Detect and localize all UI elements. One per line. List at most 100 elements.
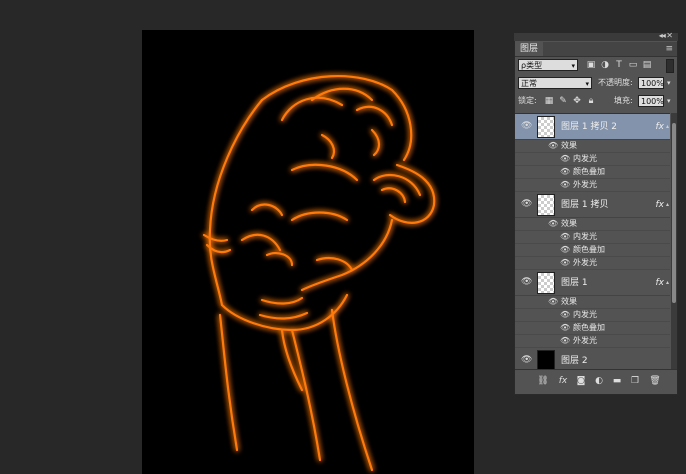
effect-item[interactable]: 👁︎ 内发光 [515, 309, 670, 322]
lock-label: 锁定: [518, 96, 537, 105]
type-filter-icon[interactable]: T [614, 60, 624, 70]
opacity-label: 不透明度: [598, 78, 633, 87]
effect-item[interactable]: 👁︎ 内发光 [515, 231, 670, 244]
layer-name: 图层 1 拷贝 2 [561, 122, 618, 132]
shape-filter-icon[interactable]: ▭ [628, 60, 638, 70]
blend-mode-value: 正常 [521, 79, 537, 88]
visibility-eye-icon[interactable]: 👁︎ [560, 323, 570, 332]
effect-name: 外发光 [573, 258, 597, 267]
effects-row[interactable]: 👁︎ 效果 [515, 218, 670, 231]
layers-list: 👁︎ 图层 1 拷贝 2 fx ▴ 👁︎ 效果 👁︎ 内发光 👁︎ 颜色叠加 👁… [515, 113, 670, 370]
layer-name: 图层 2 [561, 356, 588, 366]
tab-layers[interactable]: 图层 [515, 42, 544, 56]
layer-thumbnail [537, 272, 555, 294]
blend-mode-dropdown[interactable]: 正常 ▾ [518, 77, 592, 89]
visibility-eye-icon[interactable]: 👁︎ [548, 219, 558, 228]
panel-footer: ⛓︎ fx ◙ ◐ ▬ ❐ 🗑︎ [515, 369, 677, 394]
layer-row[interactable]: 👁︎ 图层 1 拷贝 2 fx ▴ [515, 114, 670, 140]
link-layers-icon[interactable]: ⛓︎ [537, 375, 549, 387]
panel-menu-icon[interactable]: ≡ [665, 44, 673, 54]
lock-row: 锁定: ▦ ✎ ✥ 🔒︎ 填充: 100% ▾ [518, 95, 676, 109]
effect-name: 内发光 [573, 310, 597, 319]
collapse-arrow-icon[interactable]: ▴ [666, 192, 669, 218]
effects-row[interactable]: 👁︎ 效果 [515, 140, 670, 153]
lock-position-icon[interactable]: ✥ [572, 96, 582, 106]
panel-dock-bar: ◂◂ ✕ [514, 31, 678, 41]
lock-transparent-icon[interactable]: ▦ [544, 96, 554, 106]
effect-name: 颜色叠加 [573, 245, 605, 254]
layers-scrollbar[interactable] [671, 113, 677, 369]
visibility-eye-icon[interactable]: 👁︎ [548, 297, 558, 306]
blend-row: 正常 ▾ 不透明度: 100% ▾ [518, 77, 676, 91]
panel-tab-row: 图层 ≡ [515, 42, 677, 57]
fill-caret-icon[interactable]: ▾ [667, 95, 671, 107]
fill-label: 填充: [614, 96, 633, 105]
effect-item[interactable]: 👁︎ 内发光 [515, 153, 670, 166]
filter-toggle[interactable] [666, 59, 674, 73]
visibility-eye-icon[interactable]: 👁︎ [560, 180, 570, 189]
lock-all-icon[interactable]: 🔒︎ [586, 96, 596, 106]
collapse-panels-icon[interactable]: ◂◂ ✕ [659, 31, 673, 40]
collapse-arrow-icon[interactable]: ▴ [666, 270, 669, 296]
visibility-eye-icon[interactable]: 👁︎ [521, 355, 532, 365]
collapse-arrow-icon[interactable]: ▴ [666, 114, 669, 140]
adjustment-filter-icon[interactable]: ◑ [600, 60, 610, 70]
lock-paint-icon[interactable]: ✎ [558, 96, 568, 106]
chevron-down-icon: ▾ [585, 80, 589, 88]
visibility-eye-icon[interactable]: 👁︎ [560, 154, 570, 163]
visibility-eye-icon[interactable]: 👁︎ [521, 199, 532, 209]
layers-panel: 图层 ≡ ρ类型 ▾ ▣ ◑ T ▭ ▤ 正常 ▾ 不透明度: 100% ▾ 锁… [514, 33, 678, 395]
effects-row[interactable]: 👁︎ 效果 [515, 296, 670, 309]
layer-row[interactable]: 👁︎ 图层 1 拷贝 fx ▴ [515, 192, 670, 218]
smart-object-filter-icon[interactable]: ▤ [642, 60, 652, 70]
effect-item[interactable]: 👁︎ 外发光 [515, 257, 670, 270]
filter-type-label: ρ类型 [521, 61, 543, 70]
effect-item[interactable]: 👁︎ 颜色叠加 [515, 166, 670, 179]
visibility-eye-icon[interactable]: 👁︎ [521, 277, 532, 287]
fx-badge[interactable]: fx [656, 114, 665, 140]
effects-label: 效果 [561, 219, 577, 228]
adjustment-icon[interactable]: ◐ [593, 375, 605, 387]
effect-name: 内发光 [573, 232, 597, 241]
filter-row: ρ类型 ▾ ▣ ◑ T ▭ ▤ [518, 59, 676, 73]
filter-type-dropdown[interactable]: ρ类型 ▾ [518, 59, 578, 71]
layer-row[interactable]: 👁︎ 图层 2 [515, 348, 670, 370]
scrollbar-thumb[interactable] [672, 123, 676, 303]
effect-item[interactable]: 👁︎ 颜色叠加 [515, 322, 670, 335]
visibility-eye-icon[interactable]: 👁︎ [560, 245, 570, 254]
visibility-eye-icon[interactable]: 👁︎ [560, 258, 570, 267]
image-filter-icon[interactable]: ▣ [586, 60, 596, 70]
visibility-eye-icon[interactable]: 👁︎ [560, 336, 570, 345]
opacity-caret-icon[interactable]: ▾ [667, 77, 671, 89]
layer-thumbnail [537, 116, 555, 138]
chevron-down-icon: ▾ [571, 62, 575, 70]
opacity-field[interactable]: 100% [638, 77, 664, 89]
effects-label: 效果 [561, 297, 577, 306]
effect-name: 颜色叠加 [573, 323, 605, 332]
mask-icon[interactable]: ◙ [575, 375, 587, 387]
effect-name: 颜色叠加 [573, 167, 605, 176]
folder-icon[interactable]: ▬ [611, 375, 623, 387]
fill-field[interactable]: 100% [638, 95, 664, 107]
layer-name: 图层 1 [561, 278, 588, 288]
effects-label: 效果 [561, 141, 577, 150]
layer-thumbnail [537, 350, 555, 370]
visibility-eye-icon[interactable]: 👁︎ [560, 232, 570, 241]
effect-name: 外发光 [573, 180, 597, 189]
new-layer-icon[interactable]: ❐ [629, 375, 641, 387]
document-canvas[interactable] [142, 30, 474, 474]
trash-icon[interactable]: 🗑︎ [649, 375, 661, 387]
layer-thumbnail [537, 194, 555, 216]
layer-row[interactable]: 👁︎ 图层 1 fx ▴ [515, 270, 670, 296]
fx-badge[interactable]: fx [656, 192, 665, 218]
effect-name: 外发光 [573, 336, 597, 345]
visibility-eye-icon[interactable]: 👁︎ [560, 167, 570, 176]
visibility-eye-icon[interactable]: 👁︎ [548, 141, 558, 150]
visibility-eye-icon[interactable]: 👁︎ [521, 121, 532, 131]
effect-item[interactable]: 👁︎ 颜色叠加 [515, 244, 670, 257]
visibility-eye-icon[interactable]: 👁︎ [560, 310, 570, 319]
fx-icon[interactable]: fx [557, 375, 569, 387]
fx-badge[interactable]: fx [656, 270, 665, 296]
effect-item[interactable]: 👁︎ 外发光 [515, 179, 670, 192]
effect-item[interactable]: 👁︎ 外发光 [515, 335, 670, 348]
